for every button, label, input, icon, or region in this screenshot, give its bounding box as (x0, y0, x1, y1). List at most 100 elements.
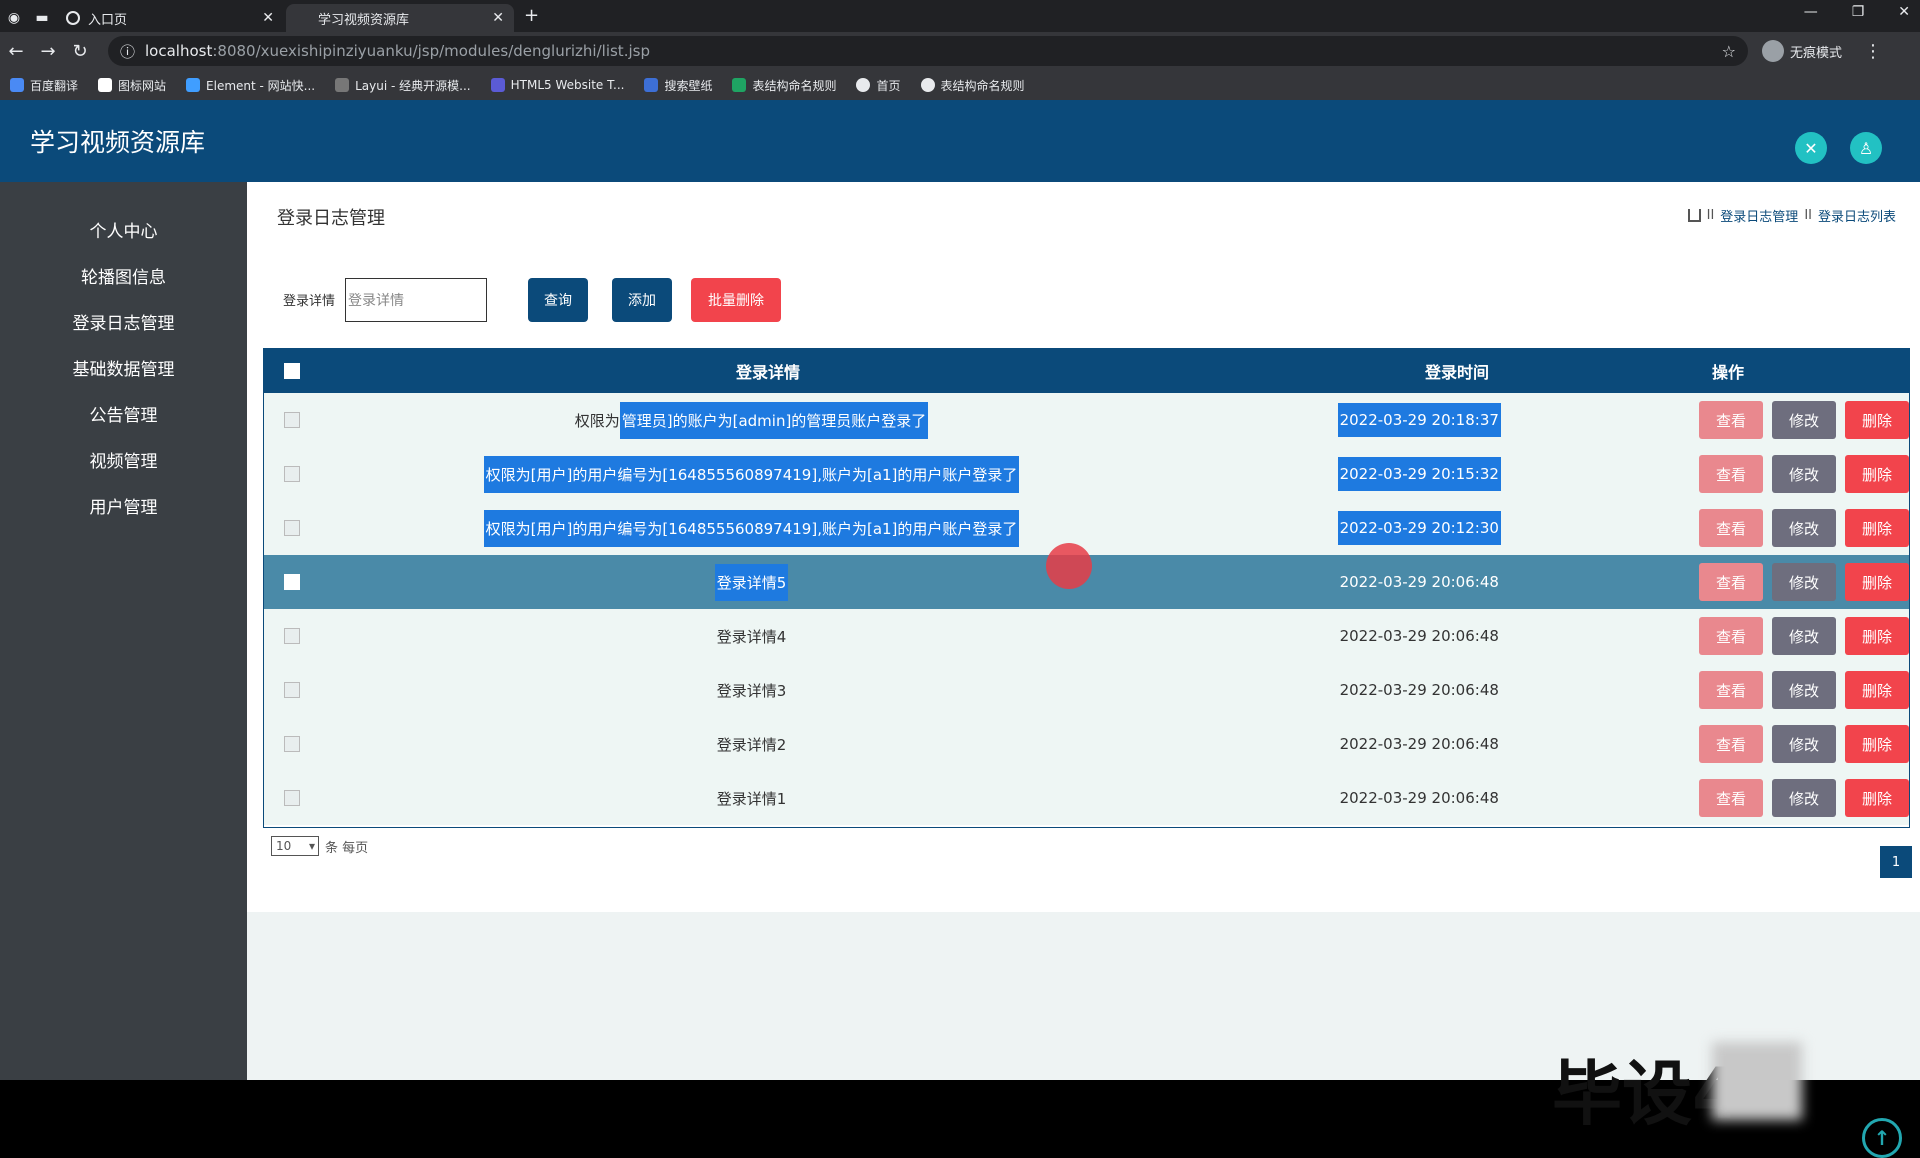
breadcrumb-item[interactable]: 登录日志管理 (1720, 206, 1798, 225)
tab-strip-icon[interactable]: ▬ (28, 4, 56, 32)
bookmark-icon (10, 78, 24, 92)
delete-button[interactable]: 删除 (1845, 617, 1909, 655)
table-row[interactable]: 登录详情2 2022-03-29 20:06:48 查看 修改 删除 (264, 717, 1909, 771)
new-tab-icon[interactable]: + (524, 5, 539, 26)
table-row[interactable]: 权限为[用户]的用户编号为[164855560897419],账户为[a1]的用… (264, 447, 1909, 501)
globe-icon (66, 11, 80, 25)
bookmark-item[interactable]: 搜索壁纸 (644, 77, 712, 94)
table-row[interactable]: 权限为 管理员]的账户为[admin]的管理员账户登录了 2022-03-29 20… (264, 393, 1909, 447)
close-tab-icon[interactable]: ✕ (492, 10, 504, 26)
home-icon[interactable] (1687, 209, 1701, 222)
edit-button[interactable]: 修改 (1772, 455, 1836, 493)
tab-label: 学习视频资源库 (318, 12, 410, 28)
view-button[interactable]: 查看 (1699, 725, 1763, 763)
table-row[interactable]: 登录详情4 2022-03-29 20:06:48 查看 修改 删除 (264, 609, 1909, 663)
incognito-icon (1762, 40, 1784, 62)
user-icon[interactable]: ♙ (1850, 132, 1882, 164)
minimize-icon[interactable]: — (1804, 4, 1818, 20)
delete-button[interactable]: 删除 (1845, 455, 1909, 493)
bookmark-item[interactable]: 百度翻译 (10, 77, 78, 94)
sidebar-item-personal[interactable]: 个人中心 (0, 206, 247, 252)
tab-entry[interactable]: 入口页 ✕ (56, 4, 284, 32)
bookmark-item[interactable]: HTML5 Website T... (490, 78, 624, 92)
table-row[interactable]: 权限为[用户]的用户编号为[164855560897419],账户为[a1]的用… (264, 501, 1909, 555)
restore-icon[interactable]: ❐ (1852, 4, 1865, 20)
back-icon[interactable]: ← (0, 41, 32, 62)
back-to-top-icon[interactable]: ↑ (1862, 1118, 1902, 1158)
address-bar: ← → ↻ ⓘ localhost:8080/xuexishipinziyuan… (0, 32, 1920, 70)
page-button[interactable]: 1 (1880, 846, 1912, 878)
batch-delete-button[interactable]: 批量删除 (691, 278, 781, 322)
view-button[interactable]: 查看 (1699, 671, 1763, 709)
search-label: 登录详情 (283, 294, 336, 309)
reload-icon[interactable]: ↻ (64, 41, 96, 62)
close-tab-icon[interactable]: ✕ (262, 10, 274, 26)
cell-time: 2022-03-29 20:06:48 (1260, 735, 1580, 753)
url-path: :8080/xuexishipinziyuanku/jsp/modules/de… (212, 42, 650, 60)
per-page-select[interactable]: 10 ▾ (271, 836, 319, 856)
delete-button[interactable]: 删除 (1845, 563, 1909, 601)
view-button[interactable]: 查看 (1699, 563, 1763, 601)
edit-button[interactable]: 修改 (1772, 617, 1836, 655)
wallpaper-icon (644, 78, 659, 92)
search-input[interactable] (345, 278, 487, 322)
view-button[interactable]: 查看 (1699, 455, 1763, 493)
edit-button[interactable]: 修改 (1772, 509, 1836, 547)
bookmark-item[interactable]: 表结构命名规则 (920, 77, 1025, 94)
sidebar-item-carousel[interactable]: 轮播图信息 (0, 252, 247, 298)
view-button[interactable]: 查看 (1699, 509, 1763, 547)
time-text: 2022-03-29 20:15:32 (1337, 457, 1501, 491)
sidebar-item-base-data[interactable]: 基础数据管理 (0, 344, 247, 390)
delete-button[interactable]: 删除 (1845, 509, 1909, 547)
watermark-blur (1712, 1042, 1802, 1120)
view-button[interactable]: 查看 (1699, 401, 1763, 439)
bookmark-item[interactable]: Layui - 经典开源模... (335, 77, 471, 94)
sidebar-item-video[interactable]: 视频管理 (0, 436, 247, 482)
delete-button[interactable]: 删除 (1845, 779, 1909, 817)
bookmark-label: 表结构命名规则 (940, 78, 1025, 93)
per-page-value: 10 (276, 839, 292, 853)
bookmark-item[interactable]: 首页 (856, 77, 901, 94)
delete-button[interactable]: 删除 (1845, 671, 1909, 709)
incognito-label: 无痕模式 (1790, 45, 1843, 61)
sidebar-item-login-log[interactable]: 登录日志管理 (0, 298, 247, 344)
table-row[interactable]: 登录详情1 2022-03-29 20:06:48 查看 修改 删除 (264, 771, 1909, 825)
globe-icon (920, 78, 935, 92)
time-text: 2022-03-29 20:12:30 (1337, 511, 1501, 545)
fullscreen-icon[interactable]: ✕ (1795, 132, 1827, 164)
forward-icon[interactable]: → (32, 41, 64, 62)
bookmark-label: Layui - 经典开源模... (355, 78, 471, 93)
query-button[interactable]: 查询 (528, 278, 588, 322)
time-text: 2022-03-29 20:06:48 (1339, 735, 1499, 753)
tab-current[interactable]: 学习视频资源库 ✕ (286, 4, 514, 32)
url-field[interactable]: ⓘ localhost:8080/xuexishipinziyuanku/jsp… (108, 36, 1748, 66)
breadcrumb-item[interactable]: 登录日志列表 (1818, 206, 1896, 225)
cell-detail: 权限为 管理员]的账户为[admin]的管理员账户登录了 (264, 401, 1240, 439)
chevron-down-icon: ▾ (308, 839, 315, 853)
delete-button[interactable]: 删除 (1845, 725, 1909, 763)
bookmark-item[interactable]: 表结构命名规则 (732, 77, 836, 94)
bookmark-item[interactable]: Element - 网站快... (186, 77, 315, 94)
edit-button[interactable]: 修改 (1772, 779, 1836, 817)
edit-button[interactable]: 修改 (1772, 563, 1836, 601)
incognito-indicator[interactable]: 无痕模式 (1762, 40, 1842, 62)
delete-button[interactable]: 删除 (1845, 401, 1909, 439)
header-time: 登录时间 (1424, 363, 1489, 382)
cell-time: 2022-03-29 20:06:48 (1260, 789, 1580, 807)
bookmark-star-icon[interactable]: ☆ (1722, 42, 1736, 61)
add-button[interactable]: 添加 (612, 278, 672, 322)
view-button[interactable]: 查看 (1699, 779, 1763, 817)
table-row[interactable]: 登录详情3 2022-03-29 20:06:48 查看 修改 删除 (264, 663, 1909, 717)
sidebar-item-user[interactable]: 用户管理 (0, 482, 247, 528)
edit-button[interactable]: 修改 (1772, 725, 1836, 763)
close-window-icon[interactable]: ✕ (1898, 4, 1910, 20)
view-button[interactable]: 查看 (1699, 617, 1763, 655)
edit-button[interactable]: 修改 (1772, 401, 1836, 439)
browser-menu-icon[interactable]: ⋮ (1864, 41, 1882, 62)
time-text: 2022-03-29 20:06:48 (1339, 681, 1499, 699)
header-detail: 登录详情 (735, 363, 800, 382)
browser-app-icon[interactable]: ◉ (0, 4, 28, 32)
sidebar-item-notice[interactable]: 公告管理 (0, 390, 247, 436)
bookmark-item[interactable]: 图标网站 (98, 77, 166, 94)
edit-button[interactable]: 修改 (1772, 671, 1836, 709)
